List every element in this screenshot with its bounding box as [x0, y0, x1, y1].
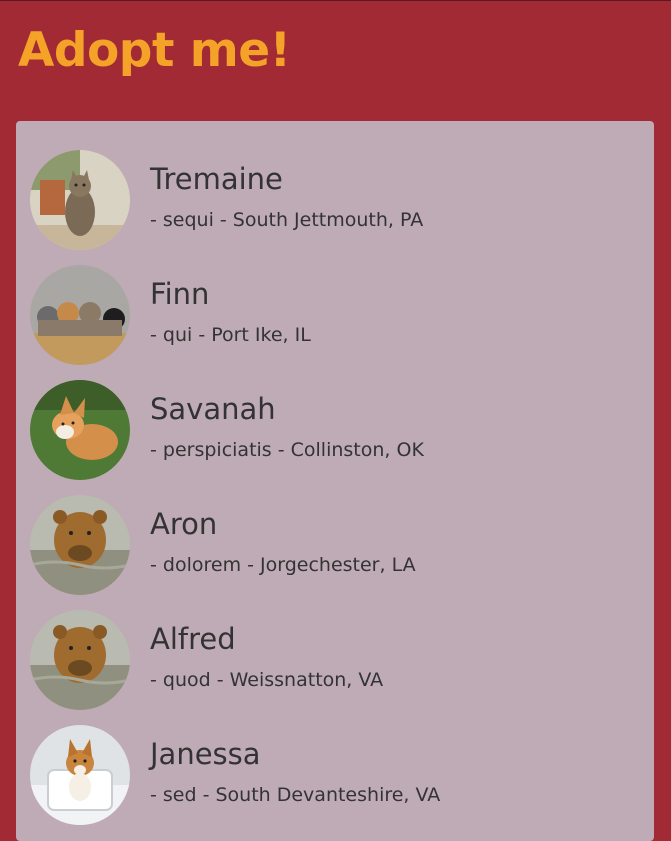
- pet-card[interactable]: Janessa - sed - South Devanteshire, VA: [30, 725, 630, 825]
- pet-details: - dolorem - Jorgechester, LA: [150, 554, 416, 576]
- pet-name: Savanah: [150, 392, 276, 426]
- pet-name: Alfred: [150, 622, 236, 656]
- page-header: Adopt me!: [0, 1, 671, 121]
- pet-card[interactable]: Alfred - quod - Weissnatton, VA: [30, 610, 630, 710]
- pet-name: Tremaine: [150, 162, 283, 196]
- pet-card[interactable]: Finn - qui - Port Ike, IL: [30, 265, 630, 365]
- pet-details: - sequi - South Jettmouth, PA: [150, 209, 424, 231]
- bear-photo-icon: [30, 610, 130, 710]
- pet-name: Aron: [150, 507, 218, 541]
- corgi-photo-icon: [30, 380, 130, 480]
- pet-details: - qui - Port Ike, IL: [150, 324, 311, 346]
- bear-photo-icon: [30, 495, 130, 595]
- pet-details: - perspiciatis - Collinston, OK: [150, 439, 424, 461]
- pet-details: - sed - South Devanteshire, VA: [150, 784, 441, 806]
- pet-list: Tremaine - sequi - South Jettmouth, PA F…: [16, 121, 654, 841]
- page-title: Adopt me!: [18, 23, 291, 78]
- pet-details: - quod - Weissnatton, VA: [150, 669, 384, 691]
- pet-card[interactable]: Tremaine - sequi - South Jettmouth, PA: [30, 150, 630, 250]
- pet-card[interactable]: Aron - dolorem - Jorgechester, LA: [30, 495, 630, 595]
- puppy-photo-icon: [30, 725, 130, 825]
- pet-name: Janessa: [150, 737, 261, 771]
- pet-card[interactable]: Savanah - perspiciatis - Collinston, OK: [30, 380, 630, 480]
- kittens-photo-icon: [30, 265, 130, 365]
- cat-photo-icon: [30, 150, 130, 250]
- pet-name: Finn: [150, 277, 210, 311]
